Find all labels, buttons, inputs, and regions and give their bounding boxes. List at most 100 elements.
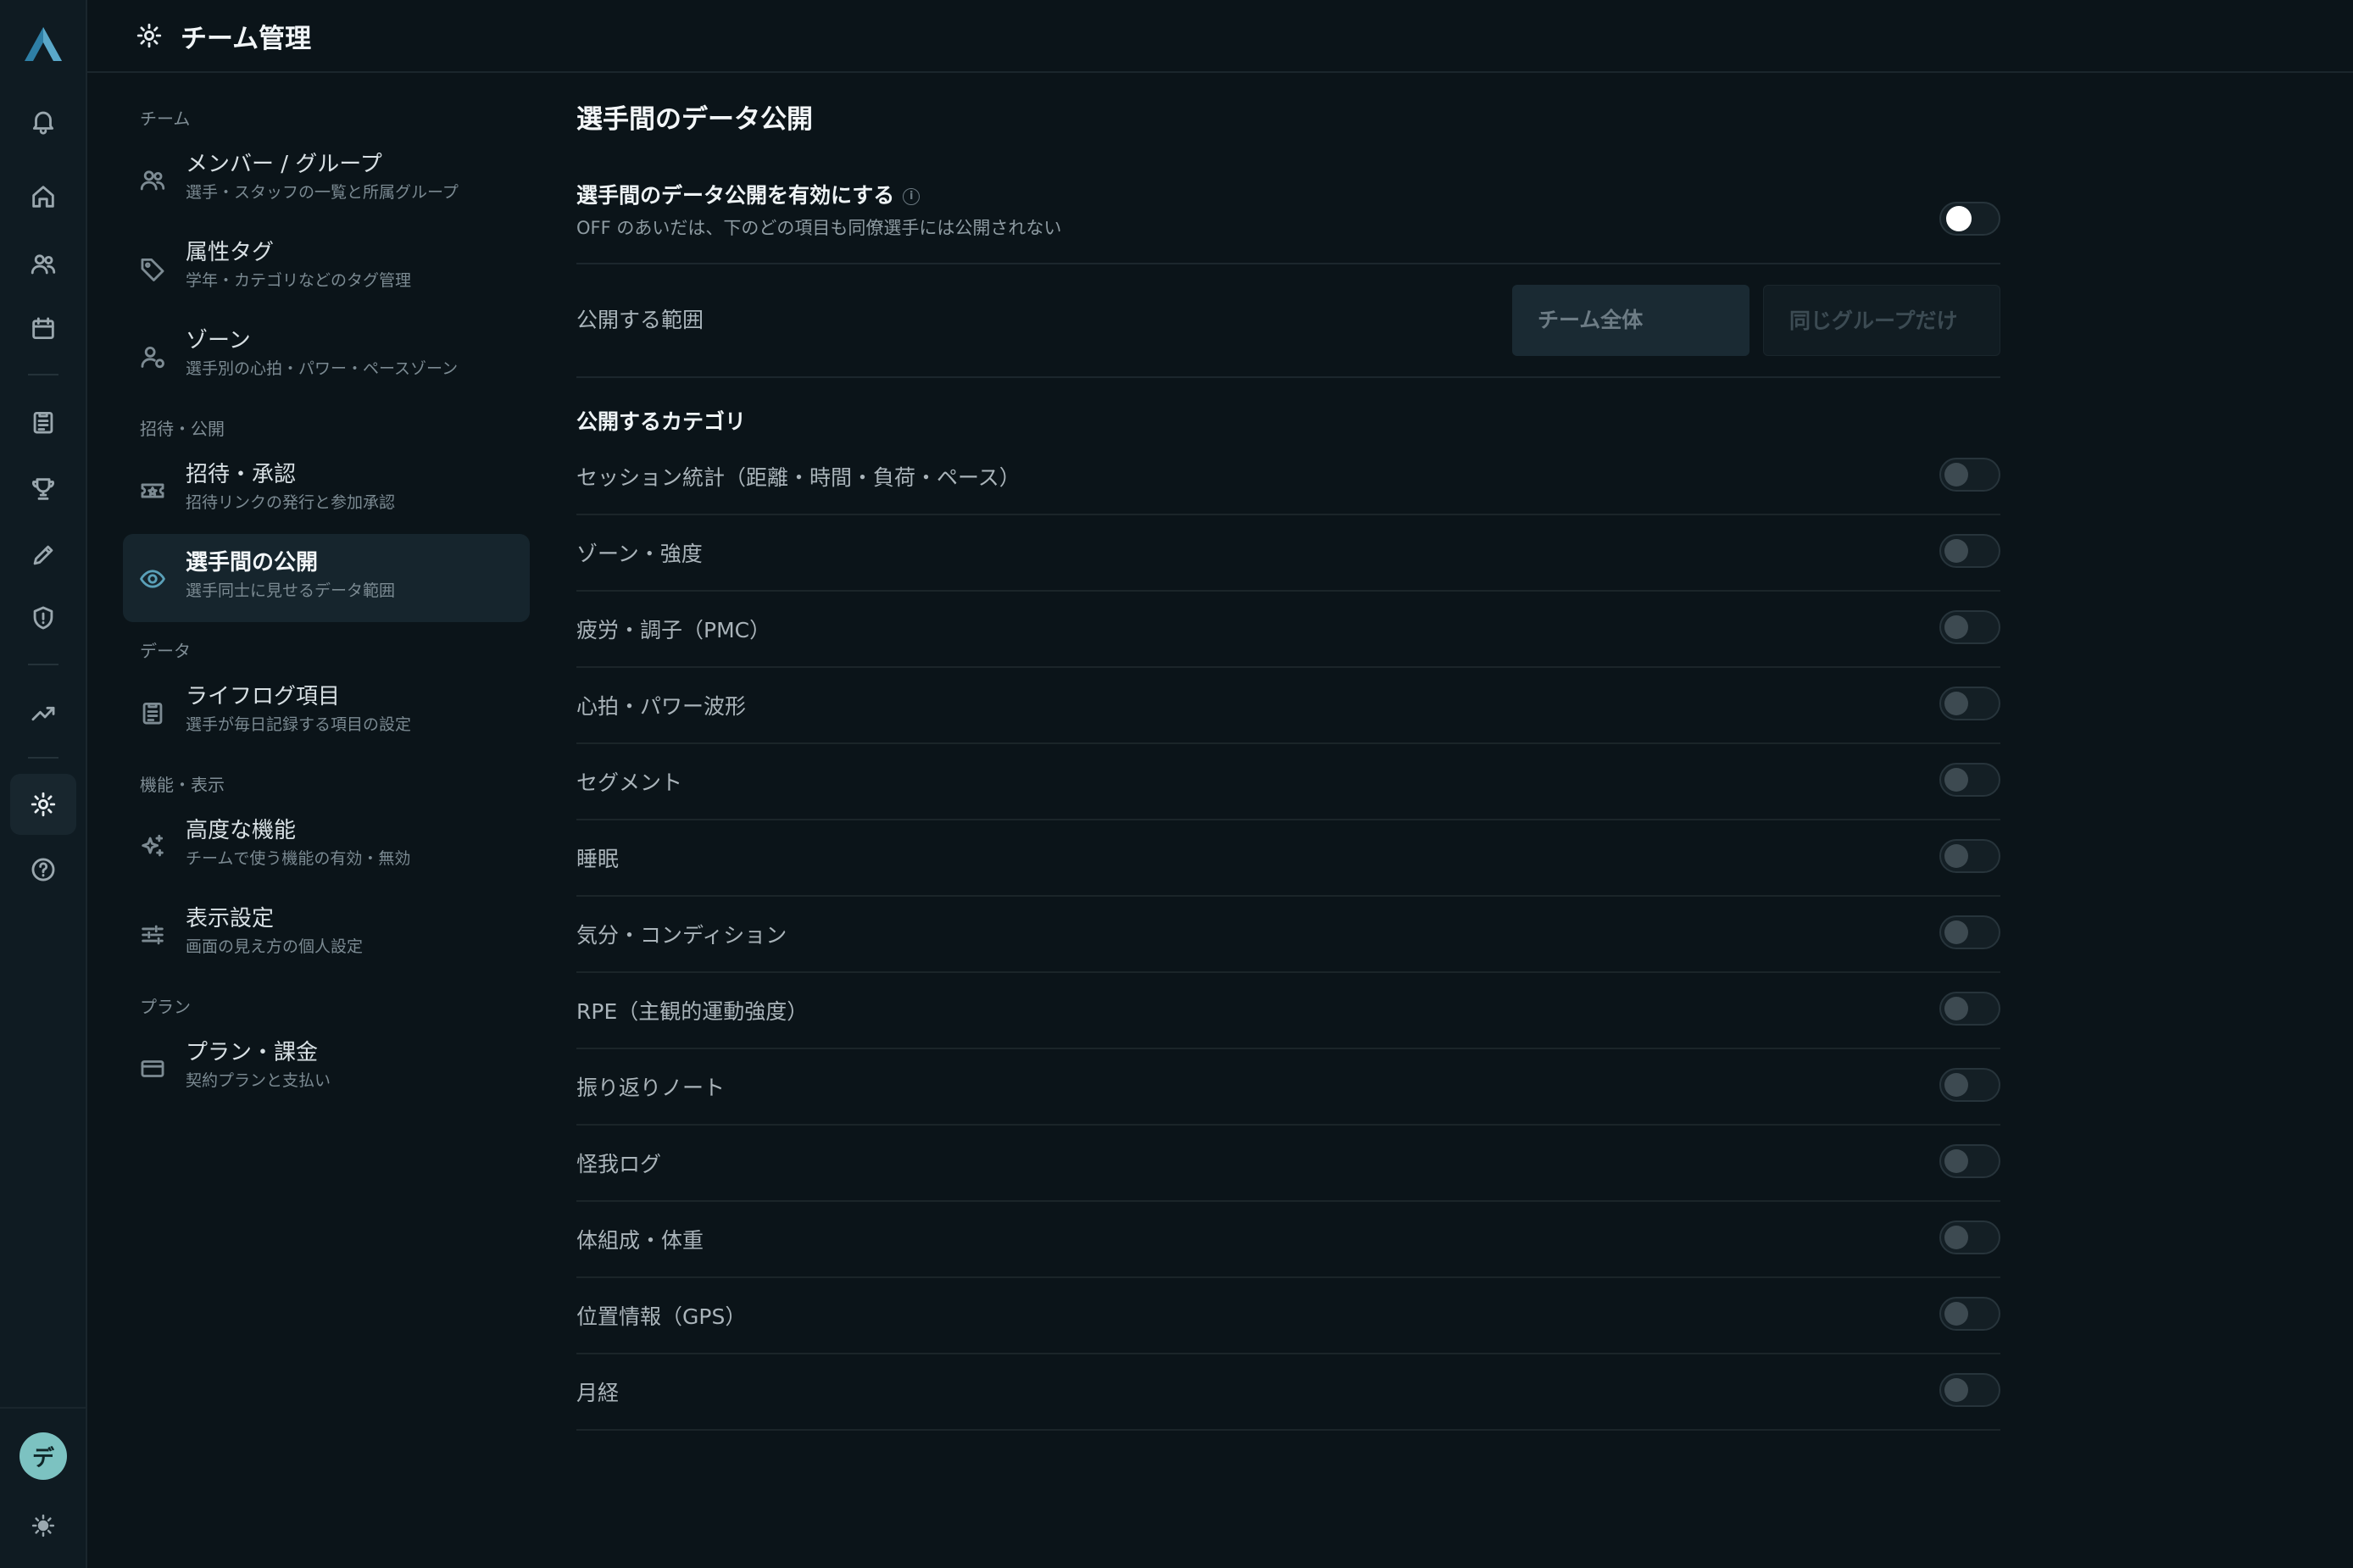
- category-row: セッション統計（距離・時間・負荷・ペース）: [576, 439, 2000, 515]
- app: デ チーム管理 チーム メンバー / グループ 選手・スタッフの一覧と所属グルー…: [0, 0, 2353, 1568]
- users-icon[interactable]: [10, 234, 76, 295]
- category-toggle[interactable]: [1939, 687, 2000, 720]
- rail-footer-divider: [0, 1407, 87, 1409]
- category-label: 気分・コンディション: [576, 923, 787, 948]
- toggle-knob: [1944, 1302, 1968, 1326]
- app-logo[interactable]: [19, 24, 67, 64]
- category-label: 睡眠: [576, 847, 620, 871]
- category-toggle[interactable]: [1939, 1220, 2000, 1254]
- master-toggle-row: 選手間のデータ公開を有効にする i OFF のあいだは、下のどの項目も同僚選手には…: [576, 181, 2000, 264]
- category-row: 心拍・パワー波形: [576, 668, 2000, 744]
- master-toggle-label: 選手間のデータ公開を有効にする i: [576, 181, 2000, 210]
- category-row: 睡眠: [576, 820, 2000, 897]
- category-toggle[interactable]: [1939, 610, 2000, 644]
- info-icon[interactable]: i: [903, 188, 921, 205]
- toggle-knob: [1944, 1226, 1968, 1249]
- category-label: ゾーン・強度: [576, 542, 703, 566]
- avatar[interactable]: デ: [19, 1432, 67, 1480]
- category-toggle[interactable]: [1939, 1144, 2000, 1178]
- calendar-icon[interactable]: [10, 298, 76, 359]
- nav-item-description: 選手・スタッフの一覧と所属グループ: [186, 183, 459, 202]
- rail-divider: [28, 664, 58, 665]
- nav-item-members[interactable]: メンバー / グループ 選手・スタッフの一覧と所属グループ: [123, 136, 530, 224]
- category-toggle[interactable]: [1939, 1297, 2000, 1331]
- category-label: 心拍・パワー波形: [576, 694, 747, 719]
- nav-item-zones[interactable]: ゾーン 選手別の心拍・パワー・ペースゾーン: [123, 312, 530, 400]
- nav-item-label: 高度な機能: [186, 818, 297, 843]
- nav-item-description: 契約プランと支払い: [186, 1071, 331, 1090]
- category-label: 怪我ログ: [576, 1152, 662, 1176]
- category-toggle[interactable]: [1939, 458, 2000, 492]
- tag-icon: [138, 254, 167, 283]
- page-title: チーム管理: [181, 23, 312, 54]
- credit-card-icon: [138, 1054, 167, 1083]
- toggle-knob: [1944, 997, 1968, 1020]
- nav-item-label: メンバー / グループ: [186, 152, 382, 177]
- toggle-knob: [1944, 1378, 1968, 1402]
- sparkles-icon: [138, 832, 167, 861]
- nav-item-label: 表示設定: [186, 906, 275, 931]
- category-label: セグメント: [576, 770, 683, 795]
- sun-icon[interactable]: [10, 1495, 76, 1556]
- category-label: RPE（主観的運動強度）: [576, 999, 809, 1024]
- scope-row: 公開する範囲 チーム全体 同じグループだけ: [576, 264, 2000, 378]
- category-label: 振り返りノート: [576, 1076, 726, 1100]
- master-toggle-text: 選手間のデータ公開を有効にする: [576, 183, 895, 208]
- master-toggle-description: OFF のあいだは、下のどの項目も同僚選手には公開されない: [576, 218, 1062, 238]
- category-toggle[interactable]: [1939, 763, 2000, 797]
- nav-item-label: プラン・課金: [186, 1040, 319, 1065]
- category-row: 怪我ログ: [576, 1126, 2000, 1202]
- trend-icon[interactable]: [10, 682, 76, 743]
- nav-item-description: チームで使う機能の有効・無効: [186, 849, 411, 868]
- home-icon[interactable]: [10, 166, 76, 227]
- categories-title: 公開するカテゴリ: [576, 409, 747, 434]
- master-toggle-switch[interactable]: [1939, 202, 2000, 236]
- nav-item-invitations[interactable]: 招待・承認 招待リンクの発行と参加承認: [123, 446, 530, 534]
- nav-item-advanced-features[interactable]: 高度な機能 チームで使う機能の有効・無効: [123, 802, 530, 890]
- gear-icon: [136, 23, 162, 48]
- toggle-knob: [1944, 463, 1968, 487]
- category-row: RPE（主観的運動強度）: [576, 973, 2000, 1049]
- scope-option-same-group[interactable]: 同じグループだけ: [1763, 285, 2000, 356]
- category-label: 体組成・体重: [576, 1228, 704, 1253]
- user-gauge-icon: [138, 342, 167, 371]
- ticket-icon: [138, 476, 167, 505]
- category-label: 月経: [576, 1381, 620, 1405]
- settings-nav: チーム メンバー / グループ 選手・スタッフの一覧と所属グループ 属性タグ 学…: [123, 90, 530, 1112]
- nav-item-description: 画面の見え方の個人設定: [186, 937, 364, 956]
- shield-icon[interactable]: [10, 587, 76, 648]
- bell-icon[interactable]: [10, 91, 76, 152]
- gear-icon[interactable]: [10, 774, 76, 835]
- nav-item-plan-billing[interactable]: プラン・課金 契約プランと支払い: [123, 1024, 530, 1112]
- rail-divider: [28, 374, 58, 375]
- pencil-icon[interactable]: [10, 525, 76, 586]
- category-row: 体組成・体重: [576, 1202, 2000, 1278]
- eye-icon: [138, 564, 167, 593]
- nav-item-display-settings[interactable]: 表示設定 画面の見え方の個人設定: [123, 890, 530, 978]
- sliders-icon: [138, 920, 167, 949]
- help-icon[interactable]: [10, 839, 76, 900]
- toggle-knob: [1944, 539, 1968, 563]
- nav-item-description: 選手同士に見せるデータ範囲: [186, 581, 396, 600]
- nav-item-attribute-tags[interactable]: 属性タグ 学年・カテゴリなどのタグ管理: [123, 224, 530, 312]
- scope-option-whole-team[interactable]: チーム全体: [1512, 285, 1749, 356]
- category-toggle[interactable]: [1939, 1068, 2000, 1102]
- category-row: ゾーン・強度: [576, 515, 2000, 592]
- nav-item-lifelog[interactable]: ライフログ項目 選手が毎日記録する項目の設定: [123, 668, 530, 756]
- section-title: 選手間のデータ公開: [576, 104, 813, 135]
- category-label: セッション統計（距離・時間・負荷・ペース）: [576, 465, 1021, 490]
- trophy-icon[interactable]: [10, 459, 76, 520]
- toggle-knob: [1944, 768, 1968, 792]
- clipboard-icon[interactable]: [10, 392, 76, 453]
- category-toggle[interactable]: [1939, 839, 2000, 873]
- category-toggle[interactable]: [1939, 534, 2000, 568]
- category-toggle[interactable]: [1939, 992, 2000, 1026]
- nav-item-peer-visibility[interactable]: 選手間の公開 選手同士に見せるデータ範囲: [123, 534, 530, 622]
- toggle-knob: [1944, 844, 1968, 868]
- clipboard-icon: [138, 698, 167, 727]
- toggle-knob: [1944, 615, 1968, 639]
- category-toggle[interactable]: [1939, 915, 2000, 949]
- category-row: 月経: [576, 1354, 2000, 1431]
- category-toggle[interactable]: [1939, 1373, 2000, 1407]
- nav-section-invite: 招待・公開: [140, 419, 225, 439]
